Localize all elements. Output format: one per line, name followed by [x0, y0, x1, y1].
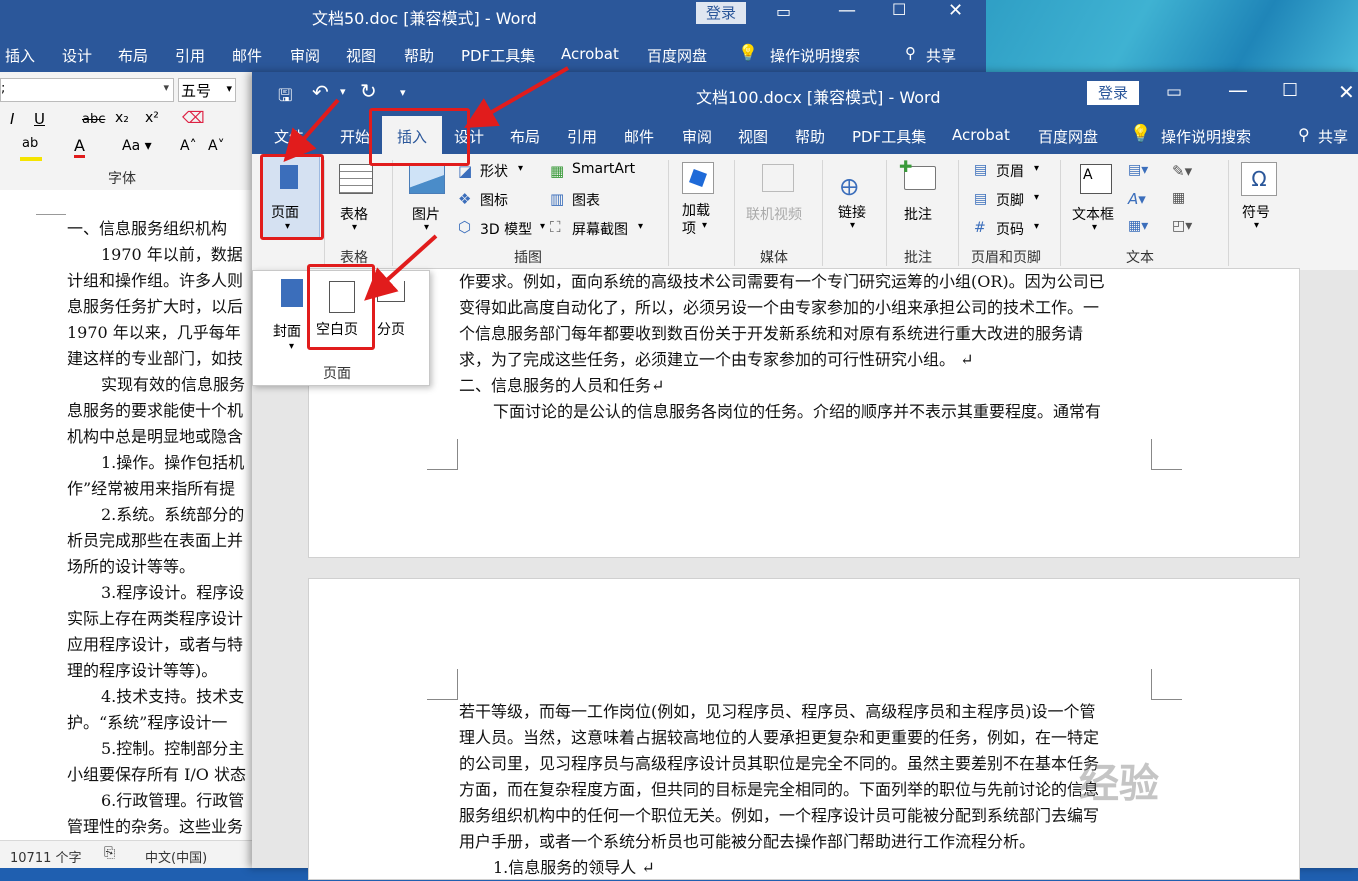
arrow-to-pages	[283, 98, 340, 163]
arrow-to-blank-page	[364, 234, 438, 301]
arrow-to-insert	[464, 66, 570, 129]
annotation-arrows	[283, 66, 570, 301]
